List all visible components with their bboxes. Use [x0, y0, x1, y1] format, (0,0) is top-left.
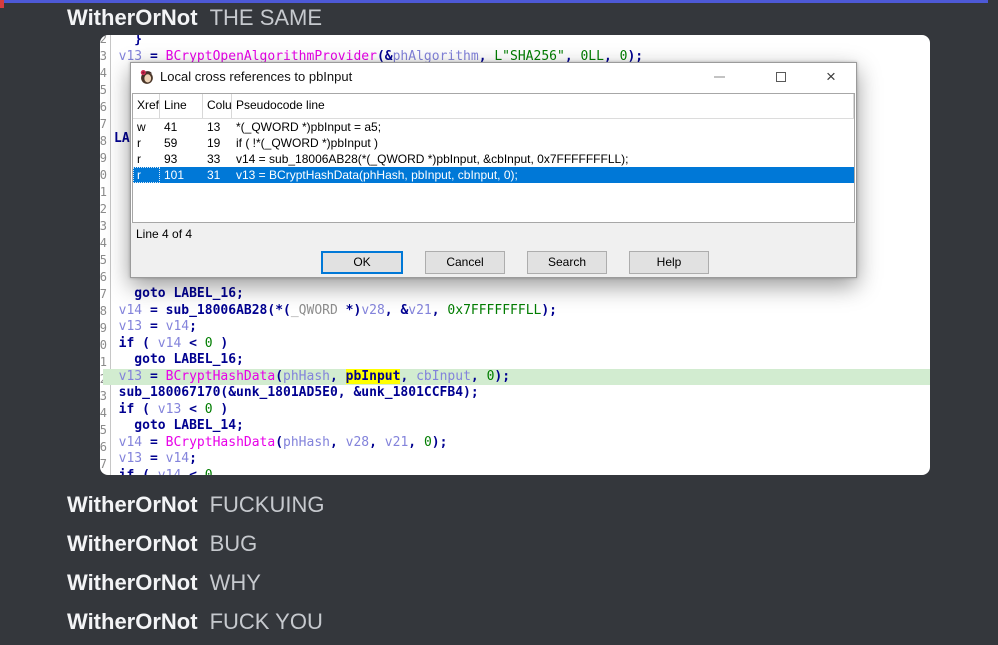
maximize-icon[interactable]: [764, 63, 798, 91]
line-number: 90: [100, 167, 107, 184]
line-number: 89: [100, 150, 107, 167]
highlighted-identifier: pbInput: [346, 369, 401, 384]
message-text: BUG: [210, 531, 258, 556]
code-line: sub_180067170(&unk_1801AD5E0, &unk_1801C…: [103, 385, 930, 402]
chat-message: WitherOrNot BUG: [67, 529, 257, 559]
ida-screenshot-attachment[interactable]: 8283848586878889909192939495969798991001…: [100, 35, 930, 475]
message-text: FUCKUING: [210, 492, 325, 517]
xref-cell: 59: [160, 135, 203, 151]
code-line: goto LABEL_16;: [103, 286, 930, 303]
column-header[interactable]: Pseudocode line: [232, 94, 854, 118]
chat-message: WitherOrNot FUCKUING: [67, 490, 324, 520]
scroll-indicator: [0, 0, 4, 8]
minimize-icon[interactable]: [702, 63, 736, 91]
message-username[interactable]: WitherOrNot: [67, 5, 198, 30]
pseudocode-bottom: goto LABEL_16; v14 = sub_18006AB28(*(_QW…: [103, 286, 930, 475]
discord-chat: WitherOrNotTHE SAMEWitherOrNotFUCKUINGWi…: [0, 0, 998, 645]
xref-cell: 19: [203, 135, 232, 151]
list-header: XrefLineColunPseudocode line: [133, 94, 854, 119]
chat-message: WitherOrNot FUCK YOU: [67, 607, 323, 637]
xref-cell: r: [133, 151, 160, 167]
xref-row[interactable]: w4113*(_QWORD *)pbInput = a5;: [133, 119, 854, 135]
message-username[interactable]: WitherOrNot: [67, 531, 198, 556]
xref-cell: r: [133, 135, 160, 151]
dialog-title: Local cross references to pbInput: [160, 63, 352, 91]
xref-cell: if ( !*(_QWORD *)pbInput ): [232, 135, 854, 151]
line-number: 95: [100, 252, 107, 269]
xref-cell: r: [133, 167, 160, 183]
xref-row[interactable]: r10131v13 = BCryptHashData(phHash, pbInp…: [133, 167, 854, 183]
code-line: if ( v14 < 0: [103, 468, 930, 476]
line-number: 96: [100, 269, 107, 286]
message-username[interactable]: WitherOrNot: [67, 609, 198, 634]
message-text: THE SAME: [210, 5, 322, 30]
message-username[interactable]: WitherOrNot: [67, 492, 198, 517]
message-username[interactable]: WitherOrNot: [67, 570, 198, 595]
code-line: v14 = BCryptHashData(phHash, v28, v21, 0…: [103, 435, 930, 452]
code-line: if ( v14 < 0 ): [103, 336, 930, 353]
xref-cell: v14 = sub_18006AB28(*(_QWORD *)pbInput, …: [232, 151, 854, 167]
xref-cell: v13 = BCryptHashData(phHash, pbInput, cb…: [232, 167, 854, 183]
code-line: if ( v13 < 0 ): [103, 402, 930, 419]
dialog-titlebar[interactable]: Local cross references to pbInput ×: [131, 63, 856, 91]
current-code-line: v13 = BCryptHashData(phHash, pbInput, cb…: [103, 369, 930, 386]
xref-dialog: Local cross references to pbInput × Xref…: [130, 62, 857, 278]
xref-cell: 93: [160, 151, 203, 167]
column-header[interactable]: Line: [160, 94, 203, 118]
search-button[interactable]: Search: [527, 251, 607, 274]
code-line: }: [103, 35, 930, 48]
xref-cell: w: [133, 119, 160, 135]
xref-cell: 33: [203, 151, 232, 167]
line-number: 92: [100, 201, 107, 218]
pseudocode-top: } v13 = BCryptOpenAlgorithmProvider(&phA…: [103, 35, 930, 65]
xref-cell: 13: [203, 119, 232, 135]
line-number: 91: [100, 184, 107, 201]
xref-list: XrefLineColunPseudocode line w4113*(_QWO…: [132, 93, 855, 223]
line-number: 87: [100, 116, 107, 133]
line-number: 85: [100, 82, 107, 99]
close-icon[interactable]: ×: [814, 63, 848, 91]
code-line: v13 = v14;: [103, 451, 930, 468]
code-line: v14 = sub_18006AB28(*(_QWORD *)v28, &v21…: [103, 303, 930, 320]
xref-row[interactable]: r5919if ( !*(_QWORD *)pbInput ): [133, 135, 854, 151]
code-line: v13 = v14;: [103, 319, 930, 336]
column-header[interactable]: Colun: [203, 94, 232, 118]
code-line: goto LABEL_16;: [103, 352, 930, 369]
dialog-icon: [139, 69, 154, 84]
message-text: FUCK YOU: [210, 609, 323, 634]
help-button[interactable]: Help: [629, 251, 709, 274]
line-number: 86: [100, 99, 107, 116]
code-line: goto LABEL_14;: [103, 418, 930, 435]
xref-cell: *(_QWORD *)pbInput = a5;: [232, 119, 854, 135]
xref-cell: 41: [160, 119, 203, 135]
ok-button[interactable]: OK: [321, 251, 403, 274]
xref-cell: 101: [160, 167, 203, 183]
cancel-button[interactable]: Cancel: [425, 251, 505, 274]
xref-row[interactable]: r9333v14 = sub_18006AB28(*(_QWORD *)pbIn…: [133, 151, 854, 167]
chat-message: WitherOrNot WHY: [67, 568, 261, 598]
status-line: Line 4 of 4: [136, 227, 192, 241]
line-number: 84: [100, 65, 107, 82]
column-header[interactable]: Xref: [133, 94, 160, 118]
line-number: 94: [100, 235, 107, 252]
line-number: 88: [100, 133, 107, 150]
line-number: 93: [100, 218, 107, 235]
code-label-fragment: LA: [114, 131, 130, 146]
chat-message: WitherOrNot THE SAME: [67, 3, 322, 33]
message-text: WHY: [210, 570, 261, 595]
xref-cell: 31: [203, 167, 232, 183]
